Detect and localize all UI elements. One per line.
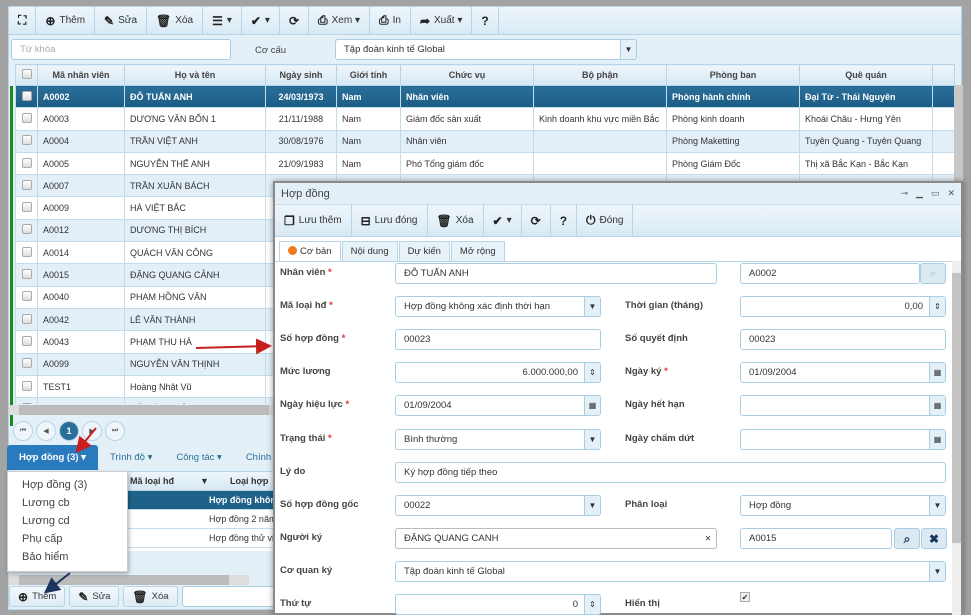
red-arrow bbox=[75, 427, 97, 454]
navy-arrow bbox=[43, 572, 71, 594]
red-arrow bbox=[195, 338, 272, 355]
annotation-arrows bbox=[43, 338, 272, 594]
